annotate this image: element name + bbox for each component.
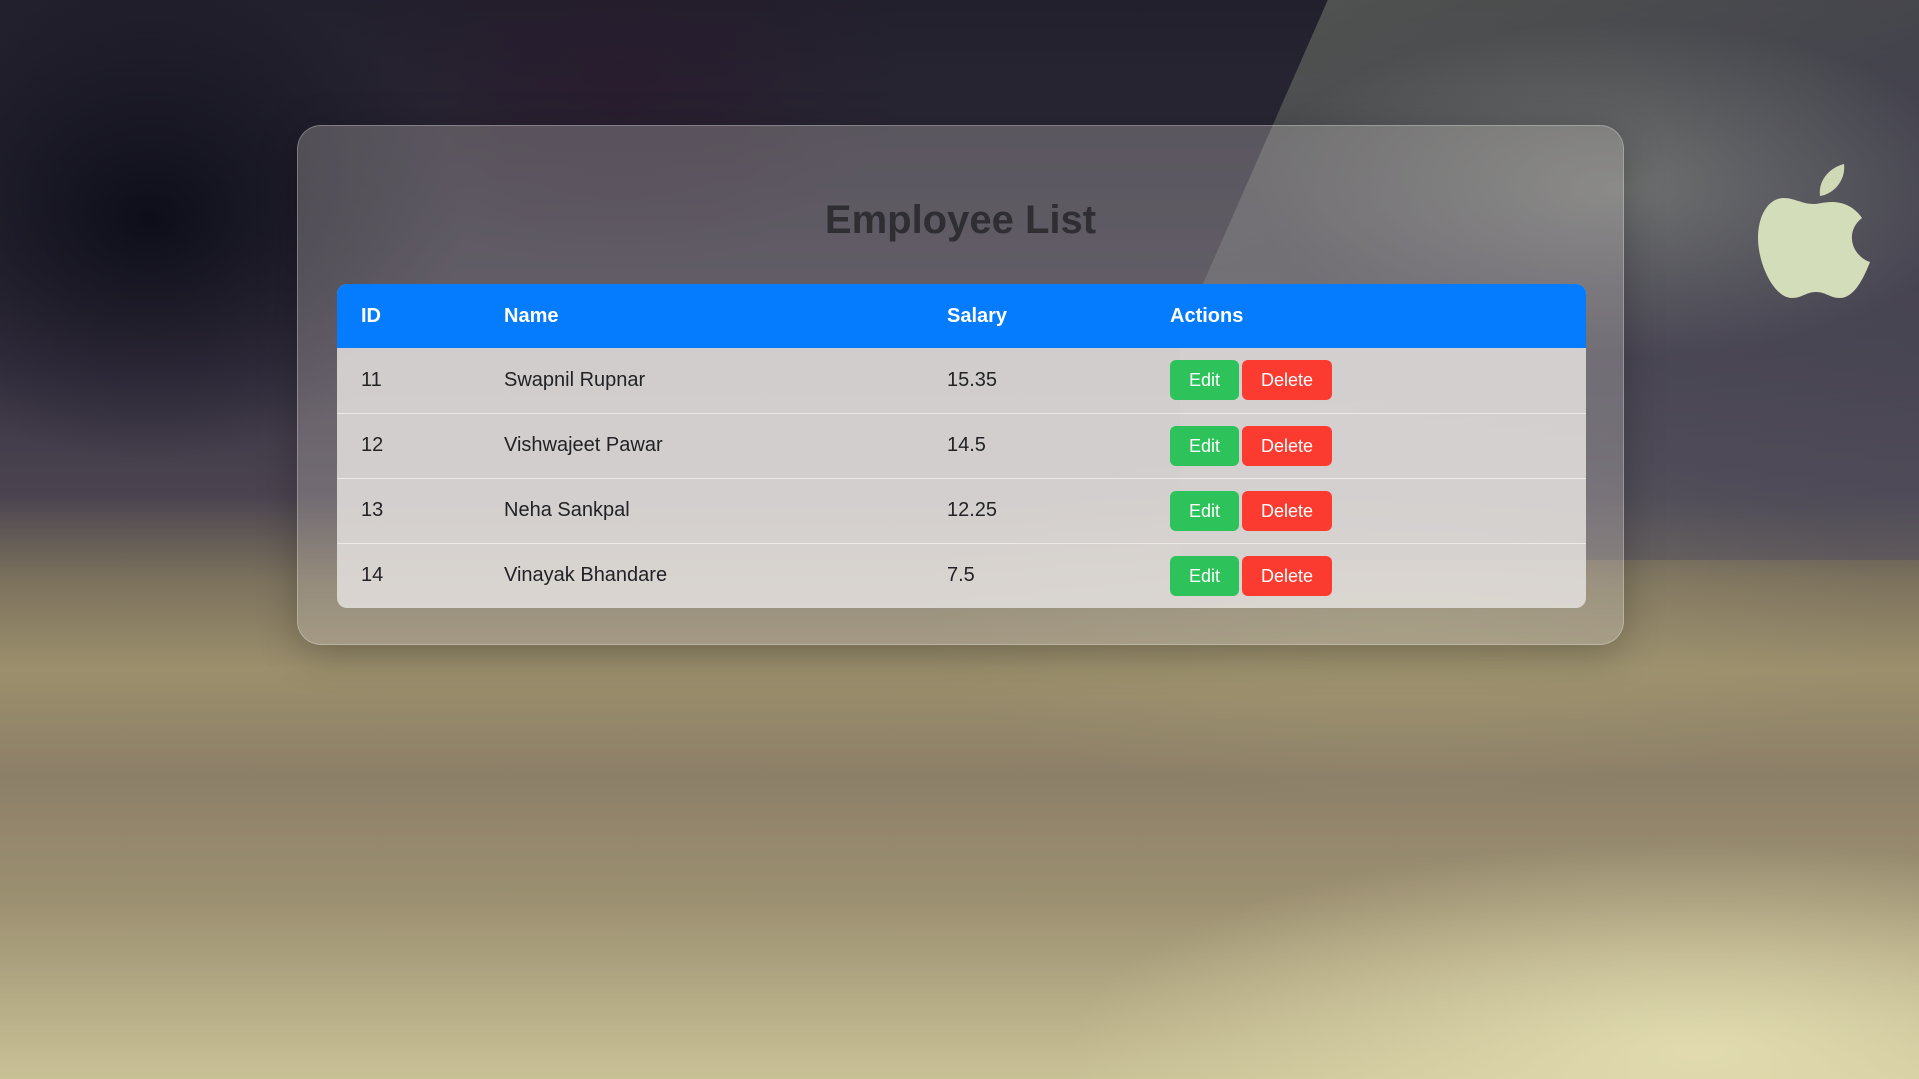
cell-salary: 14.5: [947, 434, 986, 456]
cell-name: Swapnil Rupnar: [504, 368, 646, 391]
table-row: 11 Swapnil Rupnar 15.35 Edit Delete: [337, 348, 1586, 413]
employee-table: ID Name Salary Actions 11 Swapnil Rupnar…: [337, 284, 1586, 608]
cell-name: Vishwajeet Pawar: [504, 434, 663, 456]
cell-actions: Edit Delete: [1146, 543, 1586, 608]
cell-salary: 15.35: [947, 368, 998, 391]
cell-id: 14: [361, 564, 384, 587]
delete-button[interactable]: Delete: [1242, 425, 1333, 466]
cell-name: Neha Sankpal: [504, 499, 630, 521]
header-id: ID: [361, 304, 381, 327]
delete-button[interactable]: Delete: [1242, 360, 1333, 401]
cell-actions: Edit Delete: [1146, 348, 1586, 413]
cell-actions: Edit Delete: [1146, 478, 1586, 543]
edit-button[interactable]: Edit: [1170, 490, 1240, 531]
cell-id: 12: [361, 434, 384, 456]
table-row: 14 Vinayak Bhandare 7.5 Edit Delete: [337, 543, 1586, 608]
employee-panel: Employee List ID Name Salary Actions 11 …: [297, 125, 1624, 645]
table-row: 12 Vishwajeet Pawar 14.5 Edit Delete: [337, 413, 1586, 478]
cell-salary: 12.25: [947, 499, 998, 521]
cell-salary: 7.5: [947, 564, 975, 587]
header-actions: Actions: [1170, 304, 1244, 327]
delete-button[interactable]: Delete: [1242, 490, 1333, 531]
header-salary: Salary: [947, 304, 1008, 327]
cell-id: 13: [361, 499, 384, 521]
edit-button[interactable]: Edit: [1170, 360, 1240, 401]
table-header-row: ID Name Salary Actions: [337, 284, 1586, 348]
page-title: Employee List: [824, 198, 1097, 242]
cell-actions: Edit Delete: [1146, 413, 1586, 478]
table-row: 13 Neha Sankpal 12.25 Edit Delete: [337, 478, 1586, 543]
header-name: Name: [504, 304, 559, 327]
delete-button[interactable]: Delete: [1242, 555, 1333, 596]
cell-name: Vinayak Bhandare: [504, 564, 668, 587]
apple-logo-icon: [1758, 164, 1870, 298]
edit-button[interactable]: Edit: [1170, 555, 1240, 596]
edit-button[interactable]: Edit: [1170, 425, 1240, 466]
cell-id: 11: [361, 368, 382, 391]
